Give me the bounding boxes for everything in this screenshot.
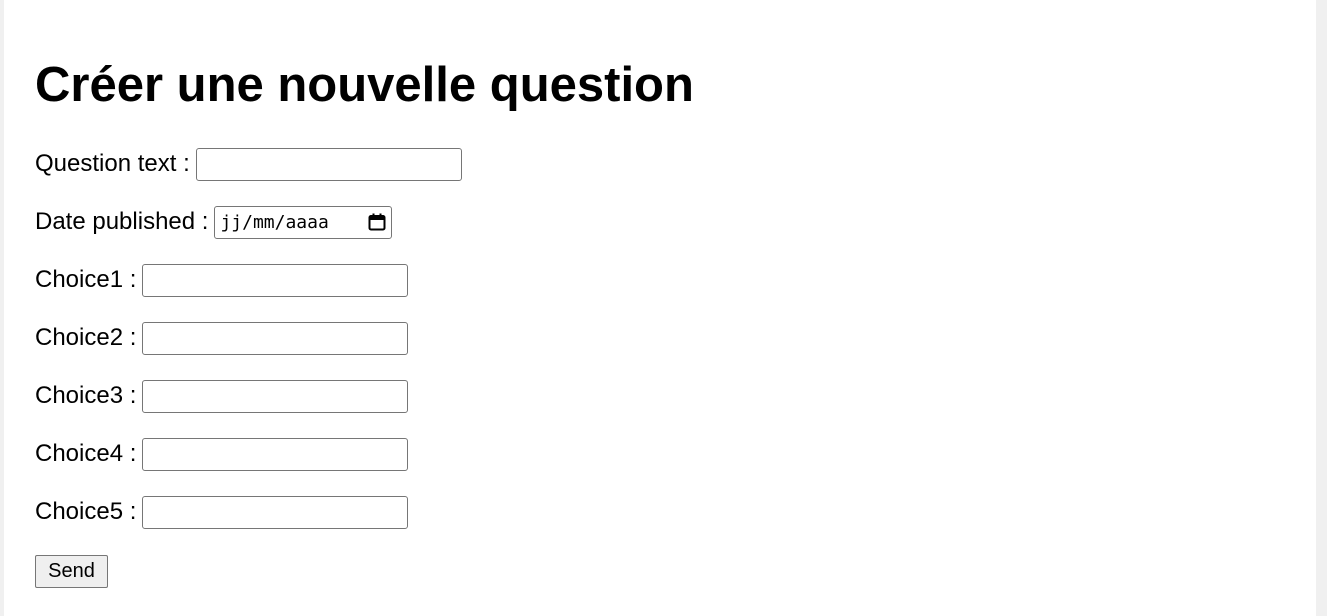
send-button[interactable]: Send xyxy=(35,555,108,588)
question-text-label: Question text : xyxy=(35,150,190,177)
choice-3-row: Choice3 : xyxy=(35,379,409,413)
question-text-input[interactable] xyxy=(195,147,462,181)
calendar-icon[interactable] xyxy=(367,212,387,232)
choice-2-input[interactable] xyxy=(142,321,409,355)
choice-3-label: Choice3 : xyxy=(35,382,137,409)
choice-2-row: Choice2 : xyxy=(35,321,409,355)
date-published-input[interactable]: jj/mm/aaaa xyxy=(214,205,393,239)
scrollbar[interactable] xyxy=(1316,0,1327,616)
date-published-row: Date published : jj/mm/aaaa xyxy=(35,205,393,239)
page-content: Créer une nouvelle question Question tex… xyxy=(4,0,1316,616)
choice-1-row: Choice1 : xyxy=(35,263,409,297)
choice-5-label: Choice5 : xyxy=(35,498,137,525)
choice-1-input[interactable] xyxy=(142,263,409,297)
choice-2-label: Choice2 : xyxy=(35,324,137,351)
choice-1-label: Choice1 : xyxy=(35,266,137,293)
choice-4-label: Choice4 : xyxy=(35,440,137,467)
date-placeholder: jj/mm/aaaa xyxy=(220,211,329,233)
choice-4-input[interactable] xyxy=(142,437,409,471)
date-published-label: Date published : xyxy=(35,208,209,235)
choice-5-row: Choice5 : xyxy=(35,495,409,529)
choice-4-row: Choice4 : xyxy=(35,437,409,471)
page-title: Créer une nouvelle question xyxy=(35,58,694,112)
question-text-row: Question text : xyxy=(35,147,462,181)
choice-5-input[interactable] xyxy=(142,495,409,529)
choice-3-input[interactable] xyxy=(142,379,409,413)
